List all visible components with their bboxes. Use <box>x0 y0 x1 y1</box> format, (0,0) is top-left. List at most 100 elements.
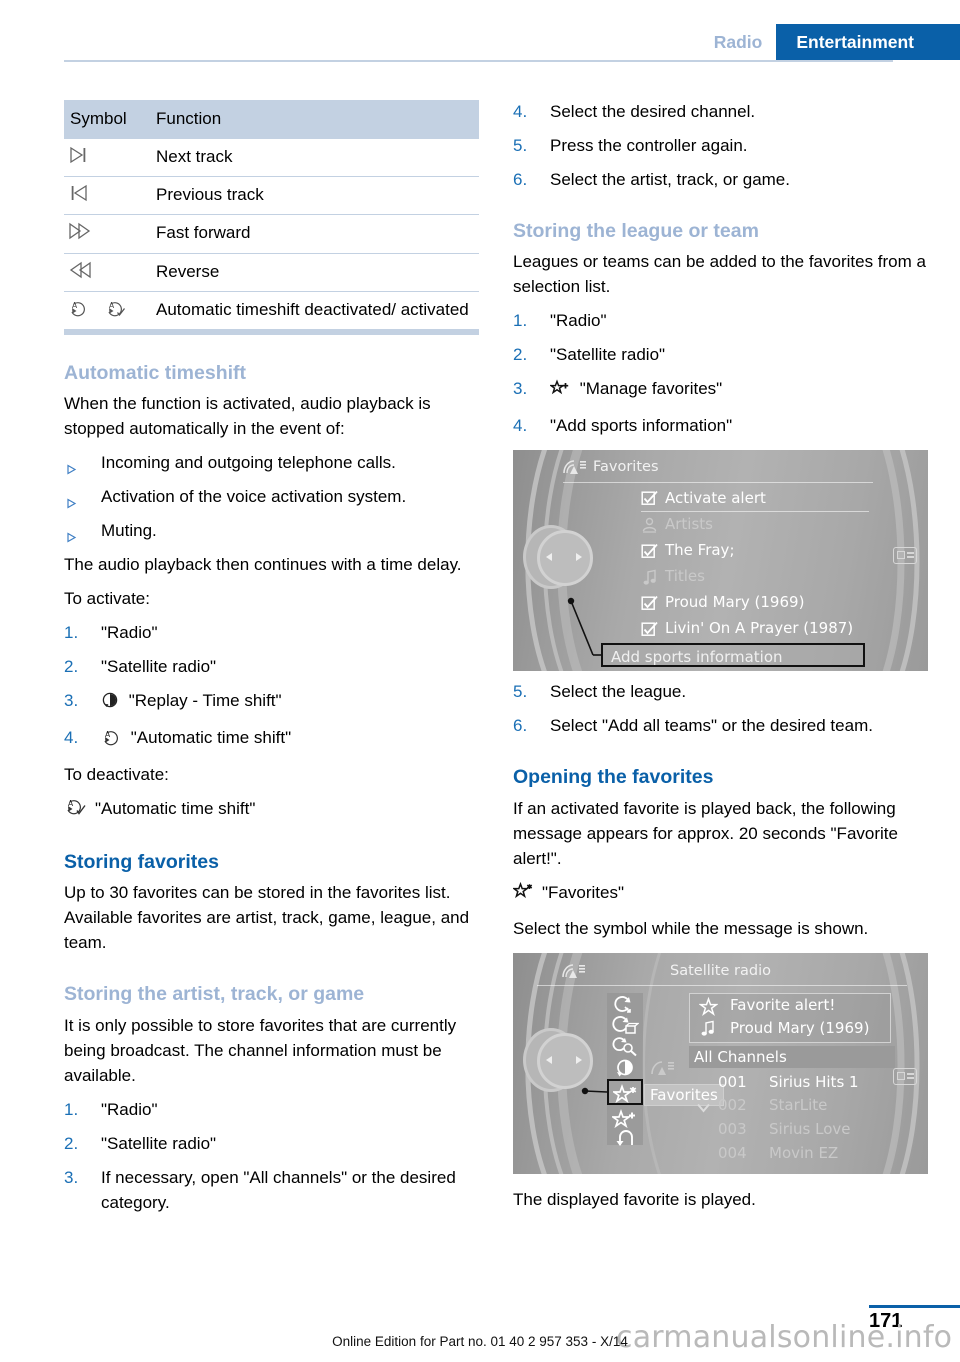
channel-number[interactable]: 003 <box>718 1120 747 1138</box>
list-item: Incoming and outgoing telephone calls. <box>64 451 479 476</box>
left-column: Symbol Function Next track Previous trac… <box>64 100 479 1224</box>
svg-text:A: A <box>72 301 78 310</box>
header-tabs: Radio Entertainment <box>695 24 960 60</box>
heading-opening-favorites: Opening the favorites <box>513 766 714 789</box>
manage-favorites-icon <box>548 379 570 405</box>
step-label: "Automatic time shift" <box>130 727 292 747</box>
channel-number[interactable]: 002 <box>718 1096 747 1114</box>
step-list-activate-timeshift: 1. "Radio" 2. "Satellite radio" 3. "Repl… <box>64 621 479 754</box>
footer-edition-text: Online Edition for Part no. 01 40 2 957 … <box>332 1334 628 1349</box>
paragraph-opening-favorites: If an activated favorite is played back,… <box>513 798 898 868</box>
list-item: 5. Press the controller again. <box>513 134 928 159</box>
fast-forward-icon <box>68 222 92 240</box>
step-list-storing-league: 1. "Radio" 2. "Satellite radio" 3. "Mana… <box>513 309 928 439</box>
channel-number[interactable]: 004 <box>718 1144 747 1162</box>
caption-displayed-favorite: The displayed favorite is played. <box>513 1189 756 1209</box>
list-item: 1. "Radio" <box>64 1098 479 1123</box>
icon-line-label: "Automatic time shift" <box>95 798 256 818</box>
right-column: 4. Select the desired channel. 5. Press … <box>511 100 928 1212</box>
paragraph-to-activate: To activate: <box>64 589 150 608</box>
table-header-function: Function <box>150 100 479 139</box>
list-item: 4. Select the desired channel. <box>513 100 928 125</box>
table-cell-symbol: A A <box>64 290 150 335</box>
music-note-icon <box>701 1020 716 1041</box>
bullet-triangle-icon <box>66 492 77 517</box>
callout-leader-line <box>567 598 601 657</box>
message-row-label: Favorite alert! <box>730 995 836 1014</box>
header-divider <box>64 60 893 62</box>
step-label: Select the desired channel. <box>550 102 756 121</box>
table-row: A A Automatic timeshift deactivated/ act… <box>64 290 479 335</box>
list-item: 1. "Radio" <box>64 621 479 646</box>
paragraph-select-symbol: Select the symbol while the message is s… <box>513 918 869 938</box>
list-item: Muting. <box>64 519 479 544</box>
step-label: "Radio" <box>101 622 158 642</box>
auto-timeshift-off-icon: A <box>101 728 121 754</box>
paragraph-automatic-timeshift: When the function is activated, audio pl… <box>64 394 431 439</box>
auto-timeshift-on-icon: A <box>64 797 88 824</box>
step-label: "Radio" <box>101 1099 158 1119</box>
step-number: 2. <box>64 656 79 676</box>
icon-line-favorites: "Favorites" <box>511 881 928 908</box>
step-number: 4. <box>64 727 79 747</box>
step-label: "Add sports information" <box>550 416 733 436</box>
step-number: 5. <box>513 135 528 155</box>
svg-text:A: A <box>68 799 74 808</box>
tab-entertainment[interactable]: Entertainment <box>776 24 960 60</box>
step-number: 4. <box>513 416 528 436</box>
step-number: 5. <box>513 682 528 702</box>
step-label: Press the controller again. <box>550 135 748 155</box>
step-number: 3. <box>513 379 528 399</box>
screenshot-favorites-menu: Favorites Activate alert Artists The Fra… <box>513 450 928 672</box>
list-item: Activation of the voice activation syste… <box>64 485 479 510</box>
step-label: "Satellite radio" <box>101 1133 217 1153</box>
bullet-list-timeshift-events: Incoming and outgoing telephone calls. A… <box>64 451 479 544</box>
table-cell-symbol <box>64 176 150 215</box>
channel-name[interactable]: StarLite <box>769 1096 827 1114</box>
table-cell-function: Fast forward <box>150 214 479 254</box>
icon-line-label: "Favorites" <box>542 882 624 902</box>
step-number: 6. <box>513 716 528 736</box>
step-label: Select the artist, track, or game. <box>550 169 790 189</box>
table-row: Next track <box>64 138 479 177</box>
step-number: 2. <box>513 345 528 365</box>
table-row: Fast forward <box>64 214 479 254</box>
table-cell-symbol <box>64 138 150 177</box>
step-label: "Satellite radio" <box>101 656 217 676</box>
list-item: 4. A "Automatic time shift" <box>64 726 479 754</box>
next-track-icon <box>68 146 90 164</box>
table-row: Previous track <box>64 176 479 215</box>
replay-timeshift-icon <box>101 691 119 717</box>
channel-name[interactable]: Movin EZ <box>769 1144 838 1162</box>
svg-text:A: A <box>105 730 111 739</box>
step-list-storing-artist: 1. "Radio" 2. "Satellite radio" 3. If ne… <box>64 1098 479 1216</box>
step-number: 3. <box>64 1167 79 1187</box>
step-label: "Radio" <box>550 311 607 331</box>
paragraph-to-deactivate: To deactivate: <box>64 764 169 784</box>
step-label: "Replay - Time shift" <box>128 690 282 710</box>
table-cell-symbol <box>64 214 150 254</box>
auto-timeshift-on-icon: A <box>105 299 127 317</box>
list-item: 6. Select the artist, track, or game. <box>513 168 928 193</box>
previous-track-icon <box>68 184 90 202</box>
paragraph-storing-favorites: Up to 30 favorites can be stored in the … <box>64 883 470 953</box>
channel-name[interactable]: Sirius Love <box>769 1120 851 1138</box>
table-header-row: Symbol Function <box>64 100 479 139</box>
table-header-symbol: Symbol <box>64 100 150 139</box>
step-list-storing-league-continued: 5. Select the league. 6. Select "Add all… <box>513 680 928 739</box>
table-cell-function: Reverse <box>150 252 479 292</box>
step-label: "Satellite radio" <box>550 345 666 365</box>
paragraph-storing-league-team: Leagues or teams can be added to the fav… <box>513 252 926 297</box>
step-label: "Manage favorites" <box>579 379 723 399</box>
reverse-icon <box>68 261 92 279</box>
message-row-label: Proud Mary (1969) <box>730 1018 870 1037</box>
paragraph-storing-artist-track-game: It is only possible to store favorites t… <box>64 1015 457 1085</box>
tab-radio[interactable]: Radio <box>695 24 777 60</box>
step-number: 1. <box>64 1099 79 1119</box>
table-row: Reverse <box>64 252 479 292</box>
list-item-label: Incoming and outgoing telephone calls. <box>101 453 396 473</box>
heading-automatic-timeshift: Automatic timeshift <box>64 361 247 384</box>
channel-number[interactable]: 001 <box>718 1073 747 1091</box>
channel-name[interactable]: Sirius Hits 1 <box>769 1073 859 1091</box>
svg-text:A: A <box>109 301 115 310</box>
